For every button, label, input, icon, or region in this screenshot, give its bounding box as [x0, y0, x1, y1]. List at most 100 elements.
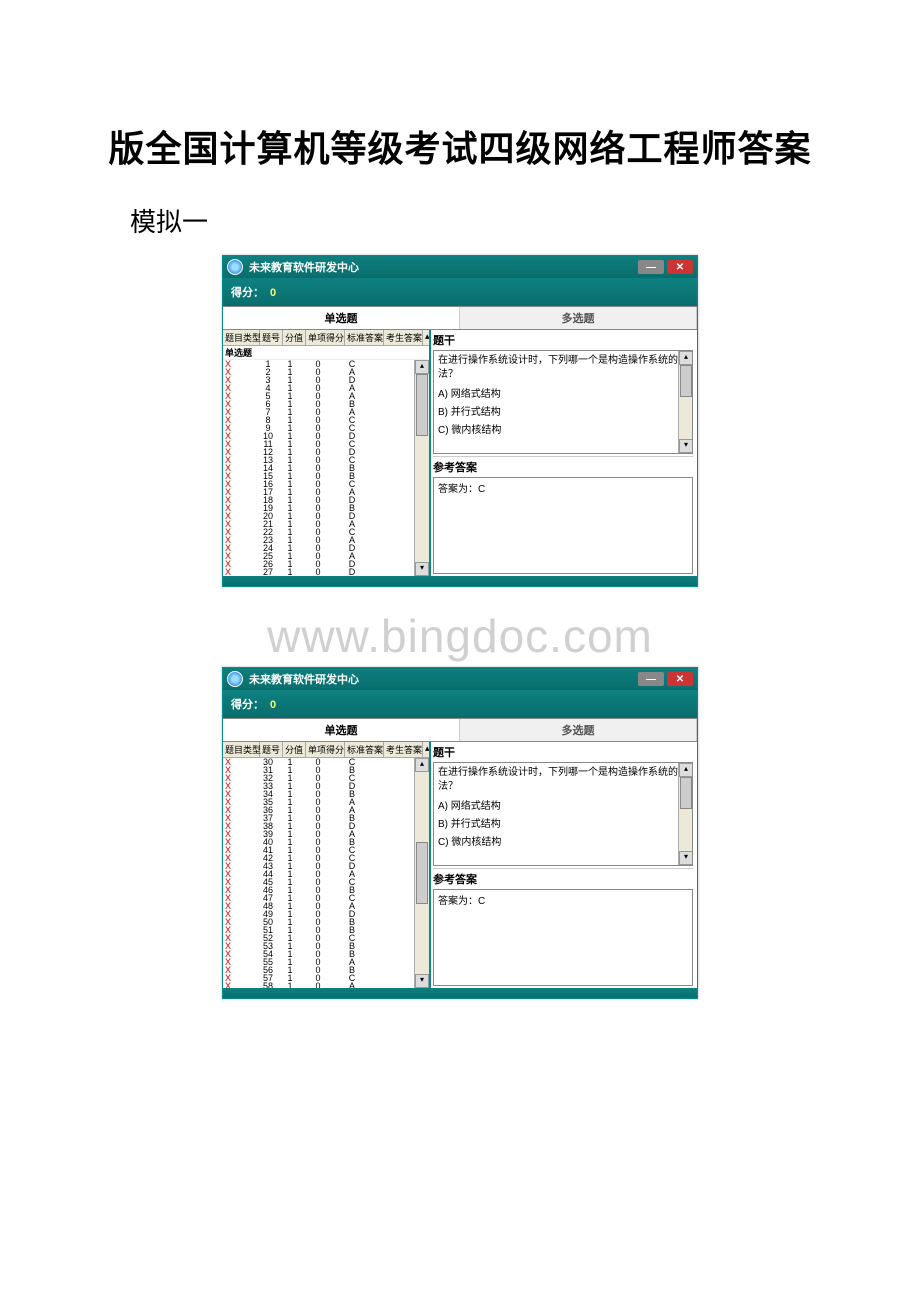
table-row[interactable]: X1610C [223, 480, 429, 488]
question-list-pane: 题目类型 题号 分值 单项得分 标准答案 考生答案 ▴ 单选题 X110CX21… [223, 330, 431, 576]
table-row[interactable]: X3410B [223, 790, 429, 798]
table-row[interactable]: X1810D [223, 496, 429, 504]
app-window-1: 未来教育软件研发中心 — ✕ 得分：0 单选题 多选题 题目类型 题号 分值 单… [222, 255, 698, 587]
table-row[interactable]: X110C [223, 360, 429, 368]
col-type[interactable]: 题目类型 [223, 742, 260, 757]
table-row[interactable]: X2310A [223, 536, 429, 544]
scroll-thumb[interactable] [680, 365, 692, 397]
table-row[interactable]: X1110C [223, 440, 429, 448]
col-std[interactable]: 标准答案 [345, 742, 384, 757]
col-num[interactable]: 题号 [260, 742, 283, 757]
table-row[interactable]: X5810A [223, 982, 429, 988]
question-text: 在进行操作系统设计时，下列哪一个是构造操作系统的方法？ [438, 766, 688, 794]
tab-multi-choice[interactable]: 多选题 [460, 307, 697, 329]
close-button[interactable]: ✕ [667, 260, 693, 274]
scroll-up-icon[interactable]: ▴ [679, 351, 693, 365]
table-row[interactable]: X2110A [223, 520, 429, 528]
table-row[interactable]: X310D [223, 376, 429, 384]
table-row[interactable]: X2510A [223, 552, 429, 560]
table-row[interactable]: X5410B [223, 950, 429, 958]
table-row[interactable]: X3510A [223, 798, 429, 806]
table-row[interactable]: X4010B [223, 838, 429, 846]
scroll-down-icon[interactable]: ▾ [415, 562, 429, 576]
question-scrollbar[interactable]: ▴ ▾ [678, 763, 693, 865]
col-got[interactable]: 单项得分 [306, 742, 345, 757]
table-row[interactable]: X4810A [223, 902, 429, 910]
col-num[interactable]: 题号 [260, 330, 283, 345]
table-row[interactable]: X3710B [223, 814, 429, 822]
table-row[interactable]: X810C [223, 416, 429, 424]
col-stu[interactable]: 考生答案 [384, 330, 423, 345]
table-row[interactable]: X510A [223, 392, 429, 400]
scroll-up-icon[interactable]: ▴ [415, 758, 429, 772]
table-row[interactable]: X2610D [223, 560, 429, 568]
table-row[interactable]: X710A [223, 408, 429, 416]
tab-single-choice[interactable]: 单选题 [223, 719, 460, 741]
table-row[interactable]: X5710C [223, 974, 429, 982]
table-row[interactable]: X4410A [223, 870, 429, 878]
col-stu[interactable]: 考生答案 [384, 742, 423, 757]
table-row[interactable]: X2010D [223, 512, 429, 520]
table-row[interactable]: X4710C [223, 894, 429, 902]
table-row[interactable]: X4910D [223, 910, 429, 918]
scroll-up-icon[interactable]: ▴ [415, 360, 429, 374]
table-row[interactable]: X2410D [223, 544, 429, 552]
score-value: 0 [270, 699, 276, 711]
table-row[interactable]: X3010C [223, 758, 429, 766]
table-row[interactable]: X3310D [223, 782, 429, 790]
table-row[interactable]: X5110B [223, 926, 429, 934]
table-row[interactable]: X5210C [223, 934, 429, 942]
table-row[interactable]: X2210C [223, 528, 429, 536]
table-row[interactable]: X3110B [223, 766, 429, 774]
table-row[interactable]: X1410B [223, 464, 429, 472]
titlebar[interactable]: 未来教育软件研发中心 — ✕ [223, 256, 697, 278]
table-row[interactable]: X4310D [223, 862, 429, 870]
table-rows[interactable]: X3010CX3110BX3210CX3310DX3410BX3510AX361… [223, 758, 429, 988]
scroll-down-icon[interactable]: ▾ [679, 439, 693, 453]
col-got[interactable]: 单项得分 [306, 330, 345, 345]
col-score[interactable]: 分值 [283, 742, 306, 757]
table-row[interactable]: X3610A [223, 806, 429, 814]
table-row[interactable]: X210A [223, 368, 429, 376]
table-row[interactable]: X3810D [223, 822, 429, 830]
table-row[interactable]: X610B [223, 400, 429, 408]
table-row[interactable]: X5610B [223, 966, 429, 974]
table-row[interactable]: X1310C [223, 456, 429, 464]
scroll-thumb[interactable] [680, 777, 692, 809]
scroll-thumb[interactable] [416, 374, 428, 436]
col-std[interactable]: 标准答案 [345, 330, 384, 345]
table-row[interactable]: X3210C [223, 774, 429, 782]
table-row[interactable]: X1210D [223, 448, 429, 456]
table-row[interactable]: X5310B [223, 942, 429, 950]
col-score[interactable]: 分值 [283, 330, 306, 345]
col-type[interactable]: 题目类型 [223, 330, 260, 345]
table-row[interactable]: X4510C [223, 878, 429, 886]
table-row[interactable]: X5010B [223, 918, 429, 926]
table-row[interactable]: X5510A [223, 958, 429, 966]
minimize-button[interactable]: — [638, 672, 664, 686]
table-row[interactable]: X1910B [223, 504, 429, 512]
question-scrollbar[interactable]: ▴ ▾ [678, 351, 693, 453]
scroll-up-icon[interactable]: ▴ [679, 763, 693, 777]
table-row[interactable]: X1010D [223, 432, 429, 440]
tab-single-choice[interactable]: 单选题 [223, 307, 460, 329]
scroll-down-icon[interactable]: ▾ [679, 851, 693, 865]
table-rows[interactable]: X110CX210AX310DX410AX510AX610BX710AX810C… [223, 360, 429, 576]
titlebar[interactable]: 未来教育软件研发中心 — ✕ [223, 668, 697, 690]
minimize-button[interactable]: — [638, 260, 664, 274]
table-row[interactable]: X410A [223, 384, 429, 392]
table-row[interactable]: X1510B [223, 472, 429, 480]
scroll-thumb[interactable] [416, 842, 428, 904]
list-scrollbar[interactable]: ▴ ▾ [414, 758, 429, 988]
table-row[interactable]: X910C [223, 424, 429, 432]
table-row[interactable]: X4110C [223, 846, 429, 854]
table-row[interactable]: X3910A [223, 830, 429, 838]
table-row[interactable]: X2710D [223, 568, 429, 576]
close-button[interactable]: ✕ [667, 672, 693, 686]
table-row[interactable]: X4610B [223, 886, 429, 894]
tab-multi-choice[interactable]: 多选题 [460, 719, 697, 741]
table-row[interactable]: X1710A [223, 488, 429, 496]
list-scrollbar[interactable]: ▴ ▾ [414, 360, 429, 576]
table-row[interactable]: X4210C [223, 854, 429, 862]
scroll-down-icon[interactable]: ▾ [415, 974, 429, 988]
